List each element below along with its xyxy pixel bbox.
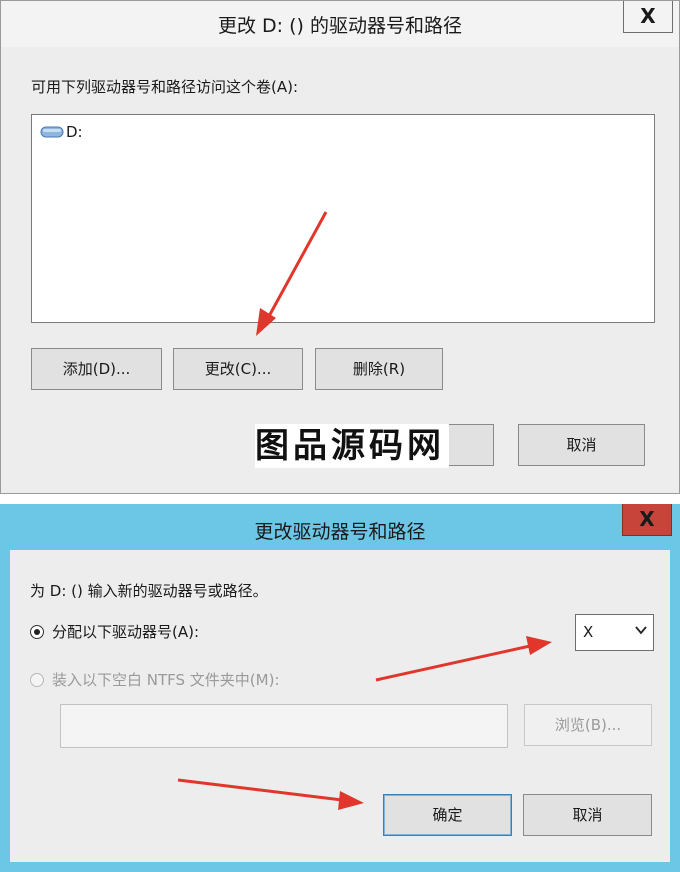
close-button[interactable]: X — [623, 1, 673, 33]
mount-folder-radio[interactable] — [30, 673, 44, 687]
browse-button[interactable]: 浏览(B)... — [524, 704, 652, 746]
assign-letter-label[interactable]: 分配以下驱动器号(A): — [52, 621, 199, 642]
dialog-titlebar: 更改 D: () 的驱动器号和路径 X — [1, 1, 679, 47]
dialog-body: 为 D: () 输入新的驱动器号或路径。 分配以下驱动器号(A): X 装入以下… — [10, 550, 670, 862]
watermark-logo: 图品源码网 — [255, 424, 449, 468]
ok-button[interactable]: 确定 — [383, 794, 512, 836]
drive-icon — [40, 125, 64, 143]
dialog-title: 更改驱动器号和路径 — [254, 521, 426, 543]
add-button[interactable]: 添加(D)... — [31, 348, 162, 390]
dialog-prompt: 为 D: () 输入新的驱动器号或路径。 — [30, 582, 268, 600]
drive-letter-select[interactable]: X — [575, 614, 654, 651]
paths-listbox[interactable]: D: — [31, 114, 655, 323]
change-button[interactable]: 更改(C)... — [173, 348, 303, 390]
assign-letter-radio[interactable] — [30, 625, 44, 639]
mount-folder-label: 装入以下空白 NTFS 文件夹中(M): — [52, 671, 280, 689]
list-item[interactable]: D: — [66, 123, 83, 141]
dialog-title: 更改 D: () 的驱动器号和路径 — [218, 15, 462, 37]
dialog-prompt: 可用下列驱动器号和路径访问这个卷(A): — [31, 78, 299, 96]
selected-letter: X — [583, 623, 594, 641]
delete-button[interactable]: 删除(R) — [315, 348, 443, 390]
cancel-button[interactable]: 取消 — [523, 794, 652, 836]
change-drive-paths-dialog: 更改 D: () 的驱动器号和路径 X 可用下列驱动器号和路径访问这个卷(A):… — [0, 0, 680, 494]
change-drive-letter-dialog: 更改驱动器号和路径 X 为 D: () 输入新的驱动器号或路径。 分配以下驱动器… — [0, 504, 680, 872]
close-button[interactable]: X — [622, 504, 672, 536]
folder-path-input[interactable] — [60, 704, 508, 748]
cancel-button[interactable]: 取消 — [518, 424, 645, 466]
chevron-down-icon — [634, 623, 648, 641]
radio-selected-dot — [34, 629, 40, 635]
